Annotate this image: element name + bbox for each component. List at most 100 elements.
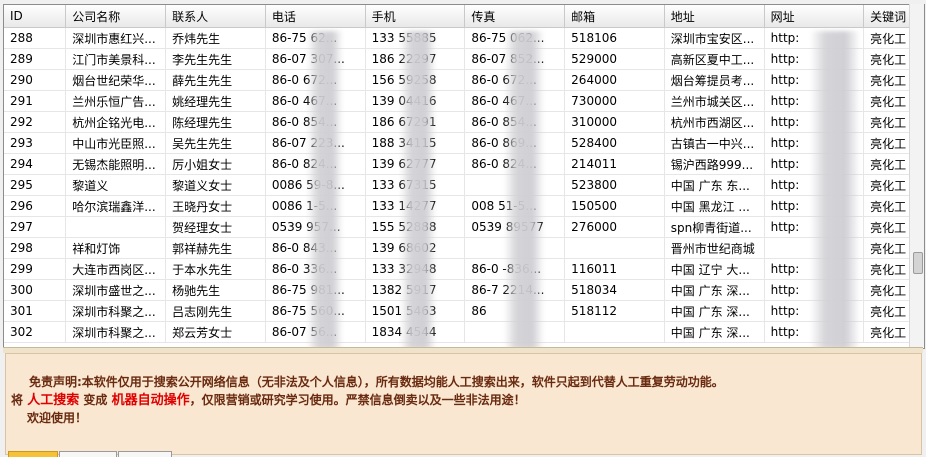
column-header[interactable]: 公司名称: [65, 5, 167, 28]
table-cell: 294: [4, 153, 67, 175]
results-grid[interactable]: ID 公司名称 联系人 电话 手机 传真 邮箱 地址 网址 关键词 288 深圳市惠红兴... 乔炜先…: [3, 4, 925, 349]
table-cell: 301: [4, 300, 67, 322]
table-cell: 中国 广东 深...: [664, 321, 765, 343]
table-cell: 中国 广东 东...: [664, 174, 765, 196]
table-cell: http:: [764, 300, 865, 322]
table-cell: 186 67291: [365, 111, 466, 133]
table-cell: 0539 89577: [464, 216, 566, 238]
column-header[interactable]: 手机: [365, 5, 466, 28]
table-cell: 杨驰先生: [165, 279, 266, 301]
table-cell: 116011: [564, 258, 665, 280]
table-row[interactable]: 299 大连市西岗区... 于本水先生 86-0 336... 133 32948 86-…: [4, 258, 924, 280]
table-cell: 于本水先生: [165, 258, 266, 280]
table-row[interactable]: 301 深圳市科聚之... 吕志刚先生 86-75 560... 1501 5463 86…: [4, 300, 924, 322]
table-cell: 86-7 2214...: [464, 279, 566, 301]
disclaimer-line2: 将 人工搜索 变成 机器自动操作，仅限营销或研究学习使用。严禁信息倒卖以及一些非…: [11, 390, 526, 411]
table-cell: 523800: [564, 174, 665, 196]
table-cell: 156 59258: [365, 69, 466, 91]
table-cell: 杭州市西湖区...: [664, 111, 765, 133]
table-cell: 厉小姐女士: [165, 153, 266, 175]
table-cell: 008 51-5...: [464, 195, 566, 217]
vertical-scrollbar[interactable]: [909, 4, 924, 347]
table-cell: 86-75 062...: [464, 27, 566, 49]
table-row[interactable]: 294 无锡杰能照明... 厉小姐女士 86-0 824... 139 62777 86-…: [4, 153, 924, 175]
column-header[interactable]: 联系人: [165, 5, 266, 28]
table-cell: 298: [4, 237, 67, 259]
table-cell: 乔炜先生: [165, 27, 266, 49]
table-row[interactable]: 296 哈尔滨瑞鑫洋... 王晓丹女士 0086 1-5... 133 14277 008…: [4, 195, 924, 217]
table-cell: 深圳市盛世之...: [65, 279, 167, 301]
table-cell: 陈经理先生: [165, 111, 266, 133]
table-header-row: ID 公司名称 联系人 电话 手机 传真 邮箱 地址 网址 关键词: [4, 5, 924, 28]
table-row[interactable]: 292 杭州企铭光电... 陈经理先生 86-0 854... 186 67291 86-…: [4, 111, 924, 133]
table-cell: 518112: [564, 300, 665, 322]
table-row[interactable]: 302 深圳市科聚之... 郑云芳女士 86-07 56... 1834 4544 中国 …: [4, 321, 924, 343]
column-header[interactable]: 地址: [664, 5, 765, 28]
table-cell: [65, 216, 167, 238]
table-cell: 中国 黑龙江 ...: [664, 195, 765, 217]
table-cell: 86-07 223...: [265, 132, 366, 154]
table-cell: 大连市西岗区...: [65, 258, 167, 280]
table-cell: 297: [4, 216, 67, 238]
table-cell: 288: [4, 27, 67, 49]
disclaimer-line2-suffix: ，仅限营销或研究学习使用。严禁信息倒卖以及一些非法用途！: [189, 393, 526, 407]
bottom-tab-active[interactable]: [8, 451, 58, 457]
table-cell: 中国 广东 深...: [664, 300, 765, 322]
bottom-tab[interactable]: [59, 451, 117, 457]
table-row[interactable]: 295 黎道义 黎道义女士 0086 59-8... 133 67315 523800 中国…: [4, 174, 924, 196]
table-cell: 0086 59-8...: [265, 174, 366, 196]
scrollbar-thumb[interactable]: [913, 252, 923, 274]
table-cell: 中山市光臣照...: [65, 132, 167, 154]
table-cell: 1501 5463: [365, 300, 466, 322]
table-cell: 86-0 467...: [265, 90, 366, 112]
table-cell: 0086 1-5...: [265, 195, 366, 217]
table-cell: 86-0 824...: [265, 153, 366, 175]
table-cell: 吴先生先生: [165, 132, 266, 154]
table-cell: 吕志刚先生: [165, 300, 266, 322]
column-header[interactable]: 传真: [464, 5, 566, 28]
table-cell: 锡沪西路999...: [664, 153, 765, 175]
table-cell: spn柳青街道...: [664, 216, 765, 238]
table-cell: 528400: [564, 132, 665, 154]
table-cell: 李先生先生: [165, 48, 266, 70]
table-row[interactable]: 290 烟台世纪荣华... 薛先生先生 86-0 672... 156 59258 86-…: [4, 69, 924, 91]
disclaimer-welcome: 欢迎使用！: [27, 411, 88, 425]
table-row[interactable]: 297 贺经理女士 0539 957... 155 52888 0539 89577 27…: [4, 216, 924, 238]
bottom-tab[interactable]: [118, 451, 172, 457]
table-cell: 529000: [564, 48, 665, 70]
table-cell: 江门市美景科...: [65, 48, 167, 70]
column-header[interactable]: ID: [4, 5, 67, 28]
table-cell: 86-0 854...: [265, 111, 366, 133]
table-cell: 299: [4, 258, 67, 280]
column-header[interactable]: 邮箱: [564, 5, 665, 28]
table-cell: 86-75 981...: [265, 279, 366, 301]
table-row[interactable]: 293 中山市光臣照... 吴先生先生 86-07 223... 188 34115 86…: [4, 132, 924, 154]
table-cell: 730000: [564, 90, 665, 112]
column-header[interactable]: 电话: [265, 5, 366, 28]
table-row[interactable]: 289 江门市美景科... 李先生先生 86-07 307... 186 22297 86…: [4, 48, 924, 70]
table-row[interactable]: 288 深圳市惠红兴... 乔炜先生 86-75 62... 133 55885 86-7…: [4, 27, 924, 49]
table-cell: 276000: [564, 216, 665, 238]
table-cell: 86-0 672...: [464, 69, 566, 91]
table-cell: http:: [764, 279, 865, 301]
table-cell: 86: [464, 300, 566, 322]
highlight-manual-search: 人工搜索: [27, 393, 80, 408]
table-cell: 0539 957...: [265, 216, 366, 238]
table-cell: 郑云芳女士: [165, 321, 266, 343]
column-header[interactable]: 网址: [764, 5, 865, 28]
results-table: ID 公司名称 联系人 电话 手机 传真 邮箱 地址 网址 关键词 288 深圳市惠红兴... 乔炜先…: [4, 5, 924, 343]
table-cell: http:: [764, 90, 865, 112]
table-cell: 烟台筹提员考...: [664, 69, 765, 91]
table-cell: http:: [764, 48, 865, 70]
table-row[interactable]: 300 深圳市盛世之... 杨驰先生 86-75 981... 1382 5917 86-…: [4, 279, 924, 301]
table-cell: [564, 237, 665, 259]
table-cell: 杭州企铭光电...: [65, 111, 167, 133]
table-cell: 133 67315: [365, 174, 466, 196]
table-cell: 518106: [564, 27, 665, 49]
table-row[interactable]: 298 祥和灯饰 郭祥赫先生 86-0 843... 139 68602 晋州市世纪商城亮…: [4, 237, 924, 259]
table-cell: 264000: [564, 69, 665, 91]
table-cell: [464, 174, 566, 196]
table-row[interactable]: 291 兰州乐恒广告... 姚经理先生 86-0 467... 139 04416 86-…: [4, 90, 924, 112]
table-cell: [564, 321, 665, 343]
table-cell: http:: [764, 153, 865, 175]
